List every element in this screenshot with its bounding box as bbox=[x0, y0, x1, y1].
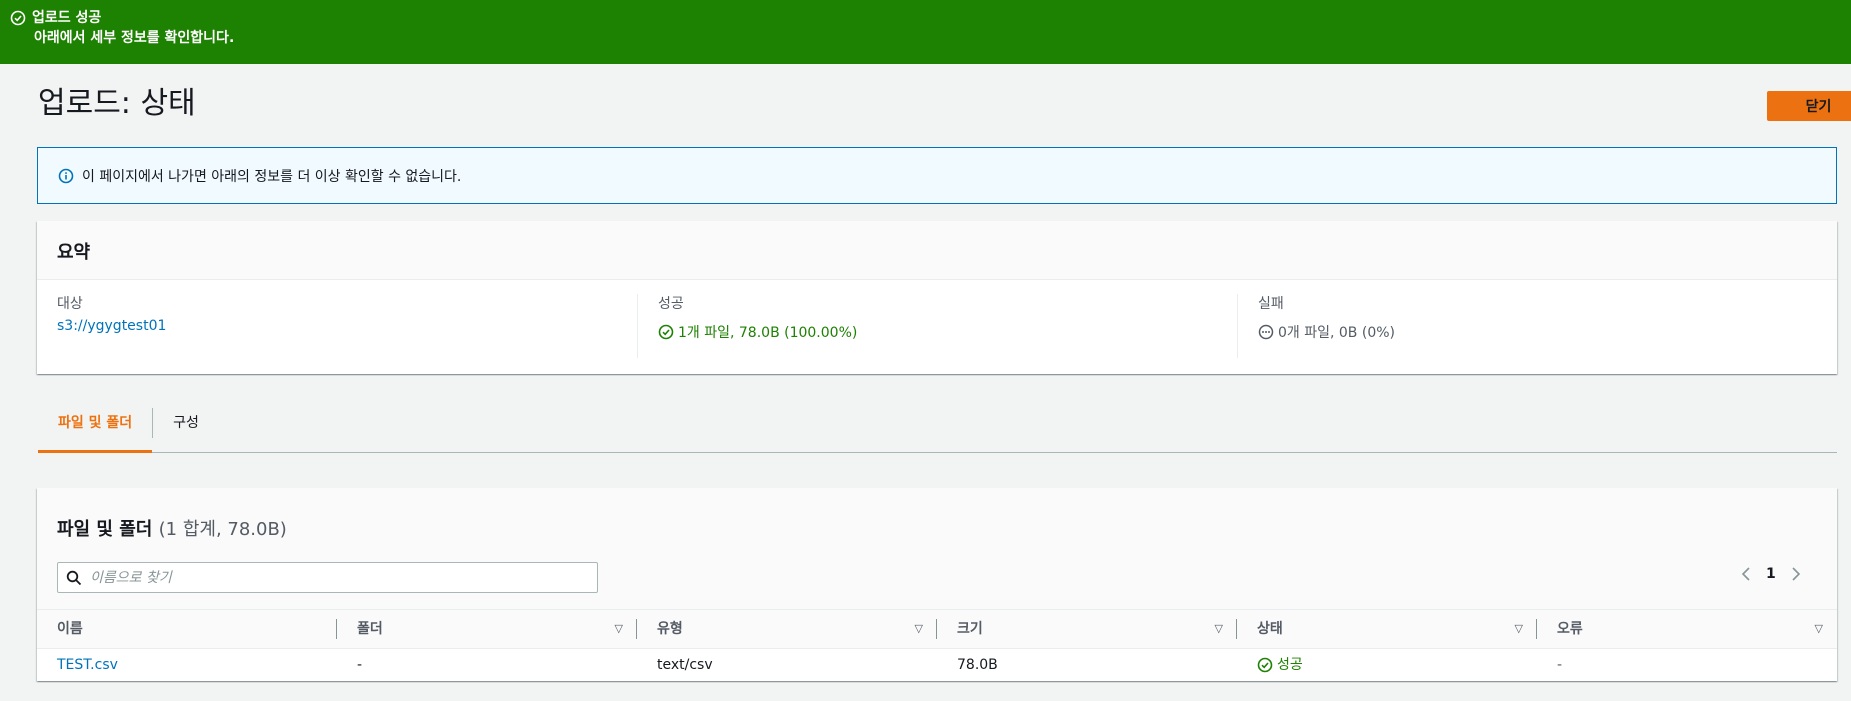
success-check-icon bbox=[658, 324, 674, 340]
search-icon bbox=[66, 570, 82, 585]
success-value: 1개 파일, 78.0B (100.00%) bbox=[678, 325, 858, 341]
info-alert: 이 페이지에서 나가면 아래의 정보를 더 이상 확인할 수 없습니다. bbox=[37, 147, 1837, 204]
column-type-label: 유형 bbox=[657, 621, 683, 637]
files-count: (1 합계, 78.0B) bbox=[158, 519, 287, 540]
tab-files-and-folders[interactable]: 파일 및 폴더 bbox=[38, 403, 153, 453]
sort-caret-icon[interactable]: ▽ bbox=[1215, 610, 1223, 648]
check-circle-icon bbox=[10, 10, 26, 26]
column-error[interactable]: 오류 ▽ bbox=[1537, 610, 1837, 648]
column-status[interactable]: 상태 ▽ bbox=[1237, 610, 1537, 648]
target-label: 대상 bbox=[57, 296, 83, 312]
success-flash-banner: 업로드 성공 아래에서 세부 정보를 확인합니다. bbox=[0, 0, 1851, 64]
column-folder-label: 폴더 bbox=[357, 621, 383, 637]
summary-target: 대상 s3://ygygtest01 bbox=[37, 294, 637, 358]
flash-title: 업로드 성공 bbox=[32, 10, 102, 26]
column-name-label: 이름 bbox=[57, 621, 83, 637]
column-error-label: 오류 bbox=[1557, 621, 1583, 637]
files-title: 파일 및 폴더 (1 합계, 78.0B) bbox=[57, 515, 287, 541]
cell-error: - bbox=[1557, 657, 1563, 673]
pagination: 1 bbox=[1740, 566, 1802, 582]
file-name-link[interactable]: TEST.csv bbox=[57, 649, 118, 681]
sort-caret-icon[interactable]: ▽ bbox=[1815, 610, 1823, 648]
pending-ellipsis-icon bbox=[1258, 324, 1274, 340]
status-text: 성공 bbox=[1277, 657, 1303, 673]
summary-panel: 요약 대상 s3://ygygtest01 성공 1개 파일, 78.0B (1… bbox=[37, 221, 1837, 374]
sort-caret-icon[interactable]: ▽ bbox=[1515, 610, 1523, 648]
success-check-icon bbox=[1257, 657, 1273, 673]
search-input[interactable] bbox=[88, 568, 572, 587]
info-text: 이 페이지에서 나가면 아래의 정보를 더 이상 확인할 수 없습니다. bbox=[82, 168, 462, 185]
search-box bbox=[57, 562, 598, 593]
column-size-label: 크기 bbox=[957, 621, 983, 637]
info-circle-icon bbox=[58, 168, 74, 183]
tab-configuration[interactable]: 구성 bbox=[153, 403, 219, 453]
column-size[interactable]: 크기 ▽ bbox=[937, 610, 1237, 648]
files-title-text: 파일 및 폴더 bbox=[57, 519, 153, 540]
column-status-label: 상태 bbox=[1257, 621, 1283, 637]
target-link[interactable]: s3://ygygtest01 bbox=[57, 318, 166, 334]
sort-caret-icon[interactable]: ▽ bbox=[915, 610, 923, 648]
sort-caret-icon[interactable]: ▽ bbox=[615, 610, 623, 648]
page-title: 업로드: 상태 bbox=[38, 86, 196, 121]
flash-message: 아래에서 세부 정보를 확인합니다. bbox=[34, 30, 235, 46]
fail-value: 0개 파일, 0B (0%) bbox=[1278, 325, 1395, 341]
files-panel: 파일 및 폴더 (1 합계, 78.0B) 1 이름 폴더 ▽ 유형 ▽ bbox=[37, 488, 1837, 681]
summary-title: 요약 bbox=[37, 221, 1837, 280]
cell-status: 성공 bbox=[1237, 649, 1537, 681]
chevron-left-icon[interactable] bbox=[1740, 566, 1752, 582]
chevron-right-icon[interactable] bbox=[1790, 566, 1802, 582]
summary-fail: 실패 0개 파일, 0B (0%) bbox=[1237, 294, 1837, 358]
tab-bar: 파일 및 폴더 구성 bbox=[38, 403, 1837, 453]
table-header: 이름 폴더 ▽ 유형 ▽ 크기 ▽ 상태 ▽ 오류 ▽ bbox=[37, 609, 1837, 649]
column-name[interactable]: 이름 bbox=[37, 610, 337, 648]
column-type[interactable]: 유형 ▽ bbox=[637, 610, 937, 648]
cell-folder: - bbox=[357, 657, 363, 673]
cell-type: text/csv bbox=[657, 657, 713, 673]
cell-size: 78.0B bbox=[957, 657, 998, 673]
success-label: 성공 bbox=[658, 296, 684, 312]
fail-label: 실패 bbox=[1258, 296, 1284, 312]
column-folder[interactable]: 폴더 ▽ bbox=[337, 610, 637, 648]
close-button[interactable]: 닫기 bbox=[1767, 91, 1851, 121]
page-number[interactable]: 1 bbox=[1766, 566, 1776, 582]
table-row: TEST.csv - text/csv 78.0B 성공 - bbox=[37, 649, 1837, 681]
summary-success: 성공 1개 파일, 78.0B (100.00%) bbox=[637, 294, 1237, 358]
